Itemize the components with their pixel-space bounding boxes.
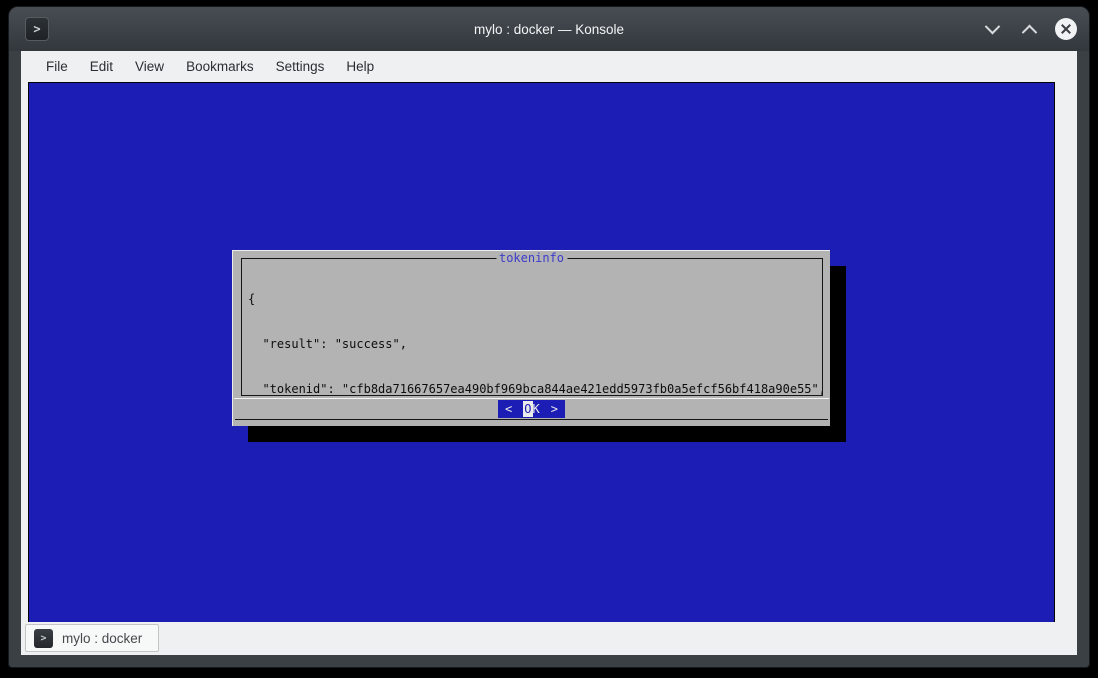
tab-mylo-docker[interactable]: > mylo : docker [25,624,159,652]
dialog-title: tokeninfo [496,251,567,265]
dialog-content-frame: { "result": "success", "tokenid": "cfb8d… [241,258,823,396]
konsole-window: > mylo : docker — Konsole File Edit View… [8,6,1090,668]
titlebar[interactable]: > mylo : docker — Konsole [9,7,1089,51]
chevron-down-icon [984,18,1000,34]
window-content: File Edit View Bookmarks Settings Help {… [21,51,1077,655]
menu-file[interactable]: File [35,55,79,78]
window-controls [981,7,1077,51]
json-line: { [248,292,818,307]
scrollbar-track[interactable] [1054,82,1077,625]
dialog-json-output: { "result": "success", "tokenid": "cfb8d… [242,262,822,395]
terminal-view[interactable]: { "result": "success", "tokenid": "cfb8d… [28,82,1055,625]
menu-bookmarks[interactable]: Bookmarks [175,55,265,78]
minimize-button[interactable] [981,18,1003,40]
dialog-button-row: < O K > [233,399,830,418]
ok-button[interactable]: < O K > [498,400,565,418]
close-icon [1060,23,1072,35]
button-label-rest: K [533,401,540,417]
close-button[interactable] [1055,18,1077,40]
json-line: "tokenid": "cfb8da71667657ea490bf969bca8… [248,382,818,395]
menubar: File Edit View Bookmarks Settings Help [21,51,1077,82]
button-left-arrow: < [505,401,512,417]
tokeninfo-dialog: { "result": "success", "tokenid": "cfb8d… [232,250,830,426]
window-title: mylo : docker — Konsole [9,7,1089,51]
tab-bar: > mylo : docker [21,622,1077,655]
button-right-arrow: > [551,401,558,417]
menu-view[interactable]: View [124,55,175,78]
menu-help[interactable]: Help [335,55,385,78]
chevron-up-icon [1021,24,1037,40]
dialog-bottom-border [235,419,828,420]
json-line: "result": "success", [248,337,818,352]
menu-edit[interactable]: Edit [79,55,124,78]
menu-settings[interactable]: Settings [265,55,336,78]
tab-label: mylo : docker [62,631,142,646]
terminal-tab-icon: > [34,629,53,648]
button-cursor-char: O [523,401,532,417]
maximize-button[interactable] [1018,18,1040,40]
